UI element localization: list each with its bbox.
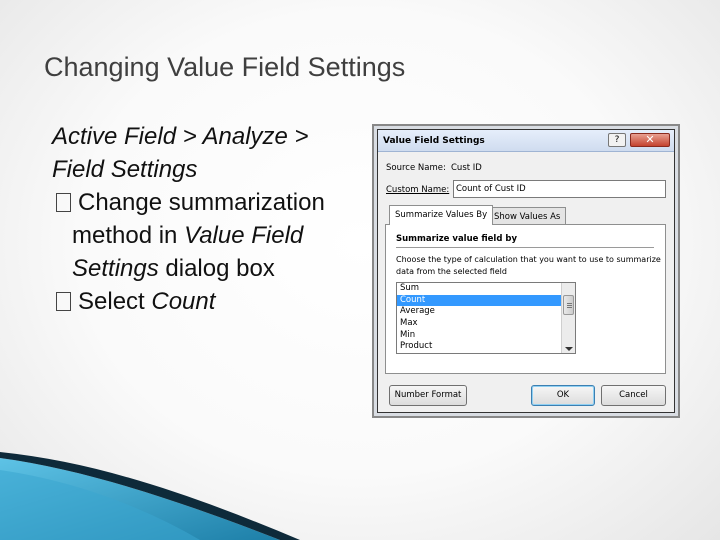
decorative-corner-swoosh xyxy=(0,452,300,540)
tab-summarize-values-by[interactable]: Summarize Values By xyxy=(389,205,494,225)
